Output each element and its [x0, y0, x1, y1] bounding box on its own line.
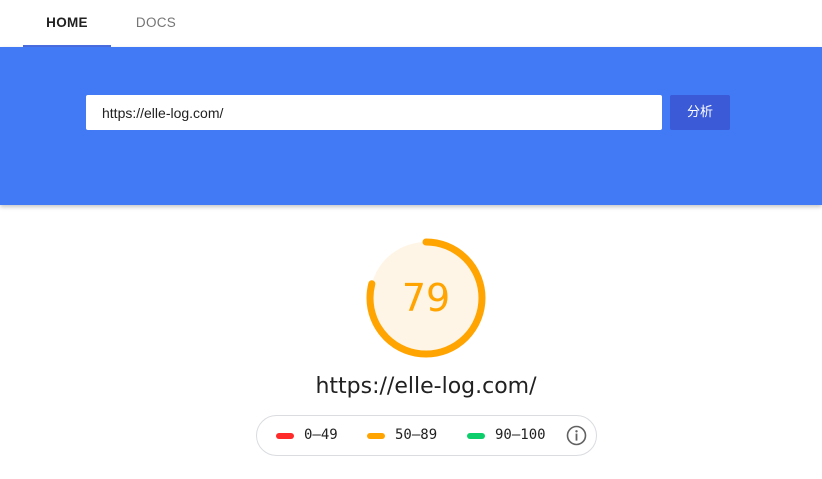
tab-docs-label: DOCS: [135, 15, 177, 30]
analyzed-url: https://elle-log.com/: [315, 374, 537, 399]
legend-average-marker: [367, 433, 385, 439]
legend-fail-label: 0–49: [304, 427, 338, 443]
tab-home[interactable]: HOME: [23, 0, 111, 47]
tab-docs[interactable]: DOCS: [115, 0, 197, 47]
info-icon-graphic: [566, 425, 587, 446]
performance-score-gauge: 79: [365, 237, 487, 359]
url-input[interactable]: [86, 95, 662, 130]
legend-average-label: 50–89: [395, 427, 438, 443]
info-icon[interactable]: [566, 425, 587, 446]
legend-pass-marker: [467, 433, 485, 439]
legend-fail-marker: [276, 433, 294, 439]
search-banner: 分析: [0, 47, 822, 205]
score-value: 79: [401, 276, 451, 320]
tab-home-label: HOME: [46, 15, 88, 30]
legend-pass-label: 90–100: [495, 427, 546, 443]
analyze-button[interactable]: 分析: [670, 95, 730, 130]
top-nav: HOME DOCS: [0, 0, 822, 47]
score-legend: 0–49 50–89 90–100: [256, 415, 597, 456]
